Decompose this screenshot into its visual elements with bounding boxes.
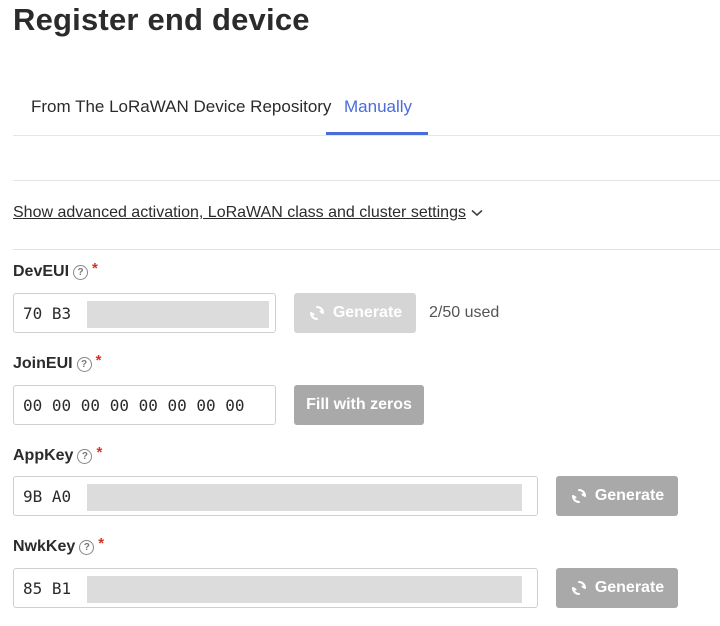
app-key-label: AppKey ? *: [13, 443, 103, 465]
dev-eui-value: 70 B3: [23, 303, 72, 323]
help-icon[interactable]: ?: [76, 356, 92, 372]
refresh-icon: [309, 306, 324, 320]
dev-eui-label: DevEUI ? *: [13, 259, 98, 281]
advanced-settings-label: Show advanced activation, LoRaWAN class …: [13, 204, 466, 221]
tab-bar: From The LoRaWAN Device Repository Manua…: [13, 80, 720, 136]
redacted-value: [87, 484, 522, 511]
section-divider: [13, 249, 720, 250]
join-eui-label-text: JoinEUI: [13, 355, 73, 372]
app-key-generate-label: Generate: [594, 487, 665, 504]
fill-with-zeros-button[interactable]: Fill with zeros: [294, 385, 424, 425]
tab-manually[interactable]: Manually: [344, 97, 412, 117]
dev-eui-input[interactable]: 70 B3: [13, 293, 276, 333]
tab-device-repository[interactable]: From The LoRaWAN Device Repository: [31, 97, 331, 117]
help-icon[interactable]: ?: [73, 264, 89, 280]
nwk-key-label: NwkKey ? *: [13, 534, 105, 556]
dev-eui-generate-label: Generate: [332, 304, 403, 321]
join-eui-label: JoinEUI ? *: [13, 351, 102, 373]
nwk-key-input[interactable]: 85 B1: [13, 568, 538, 608]
nwk-key-generate-button[interactable]: Generate: [556, 568, 678, 608]
active-tab-indicator: [326, 132, 428, 135]
redacted-value: [87, 301, 269, 328]
dev-eui-label-text: DevEUI: [13, 263, 70, 280]
redacted-value: [87, 576, 522, 603]
join-eui-value: 00 00 00 00 00 00 00 00: [23, 395, 245, 415]
app-key-label-text: AppKey: [13, 447, 74, 464]
app-key-value: 9B A0: [23, 486, 72, 506]
dev-eui-generate-button[interactable]: Generate: [294, 293, 416, 333]
help-icon[interactable]: ?: [79, 539, 95, 555]
required-marker: *: [98, 534, 105, 552]
refresh-icon: [571, 581, 586, 595]
required-marker: *: [92, 259, 98, 277]
nwk-key-value: 85 B1: [23, 578, 72, 598]
help-icon[interactable]: ?: [77, 448, 93, 464]
required-marker: *: [96, 443, 103, 461]
required-marker: *: [95, 351, 102, 369]
page-title: Register end device: [13, 2, 310, 37]
chevron-down-icon: [471, 209, 483, 217]
dev-eui-usage-count: 2/50 used: [429, 304, 500, 321]
advanced-settings-toggle[interactable]: Show advanced activation, LoRaWAN class …: [13, 204, 483, 222]
section-divider: [13, 180, 720, 181]
refresh-icon: [571, 489, 586, 503]
nwk-key-generate-label: Generate: [594, 579, 665, 596]
nwk-key-label-text: NwkKey: [13, 538, 76, 555]
join-eui-input[interactable]: 00 00 00 00 00 00 00 00: [13, 385, 276, 425]
app-key-input[interactable]: 9B A0: [13, 476, 538, 516]
app-key-generate-button[interactable]: Generate: [556, 476, 678, 516]
